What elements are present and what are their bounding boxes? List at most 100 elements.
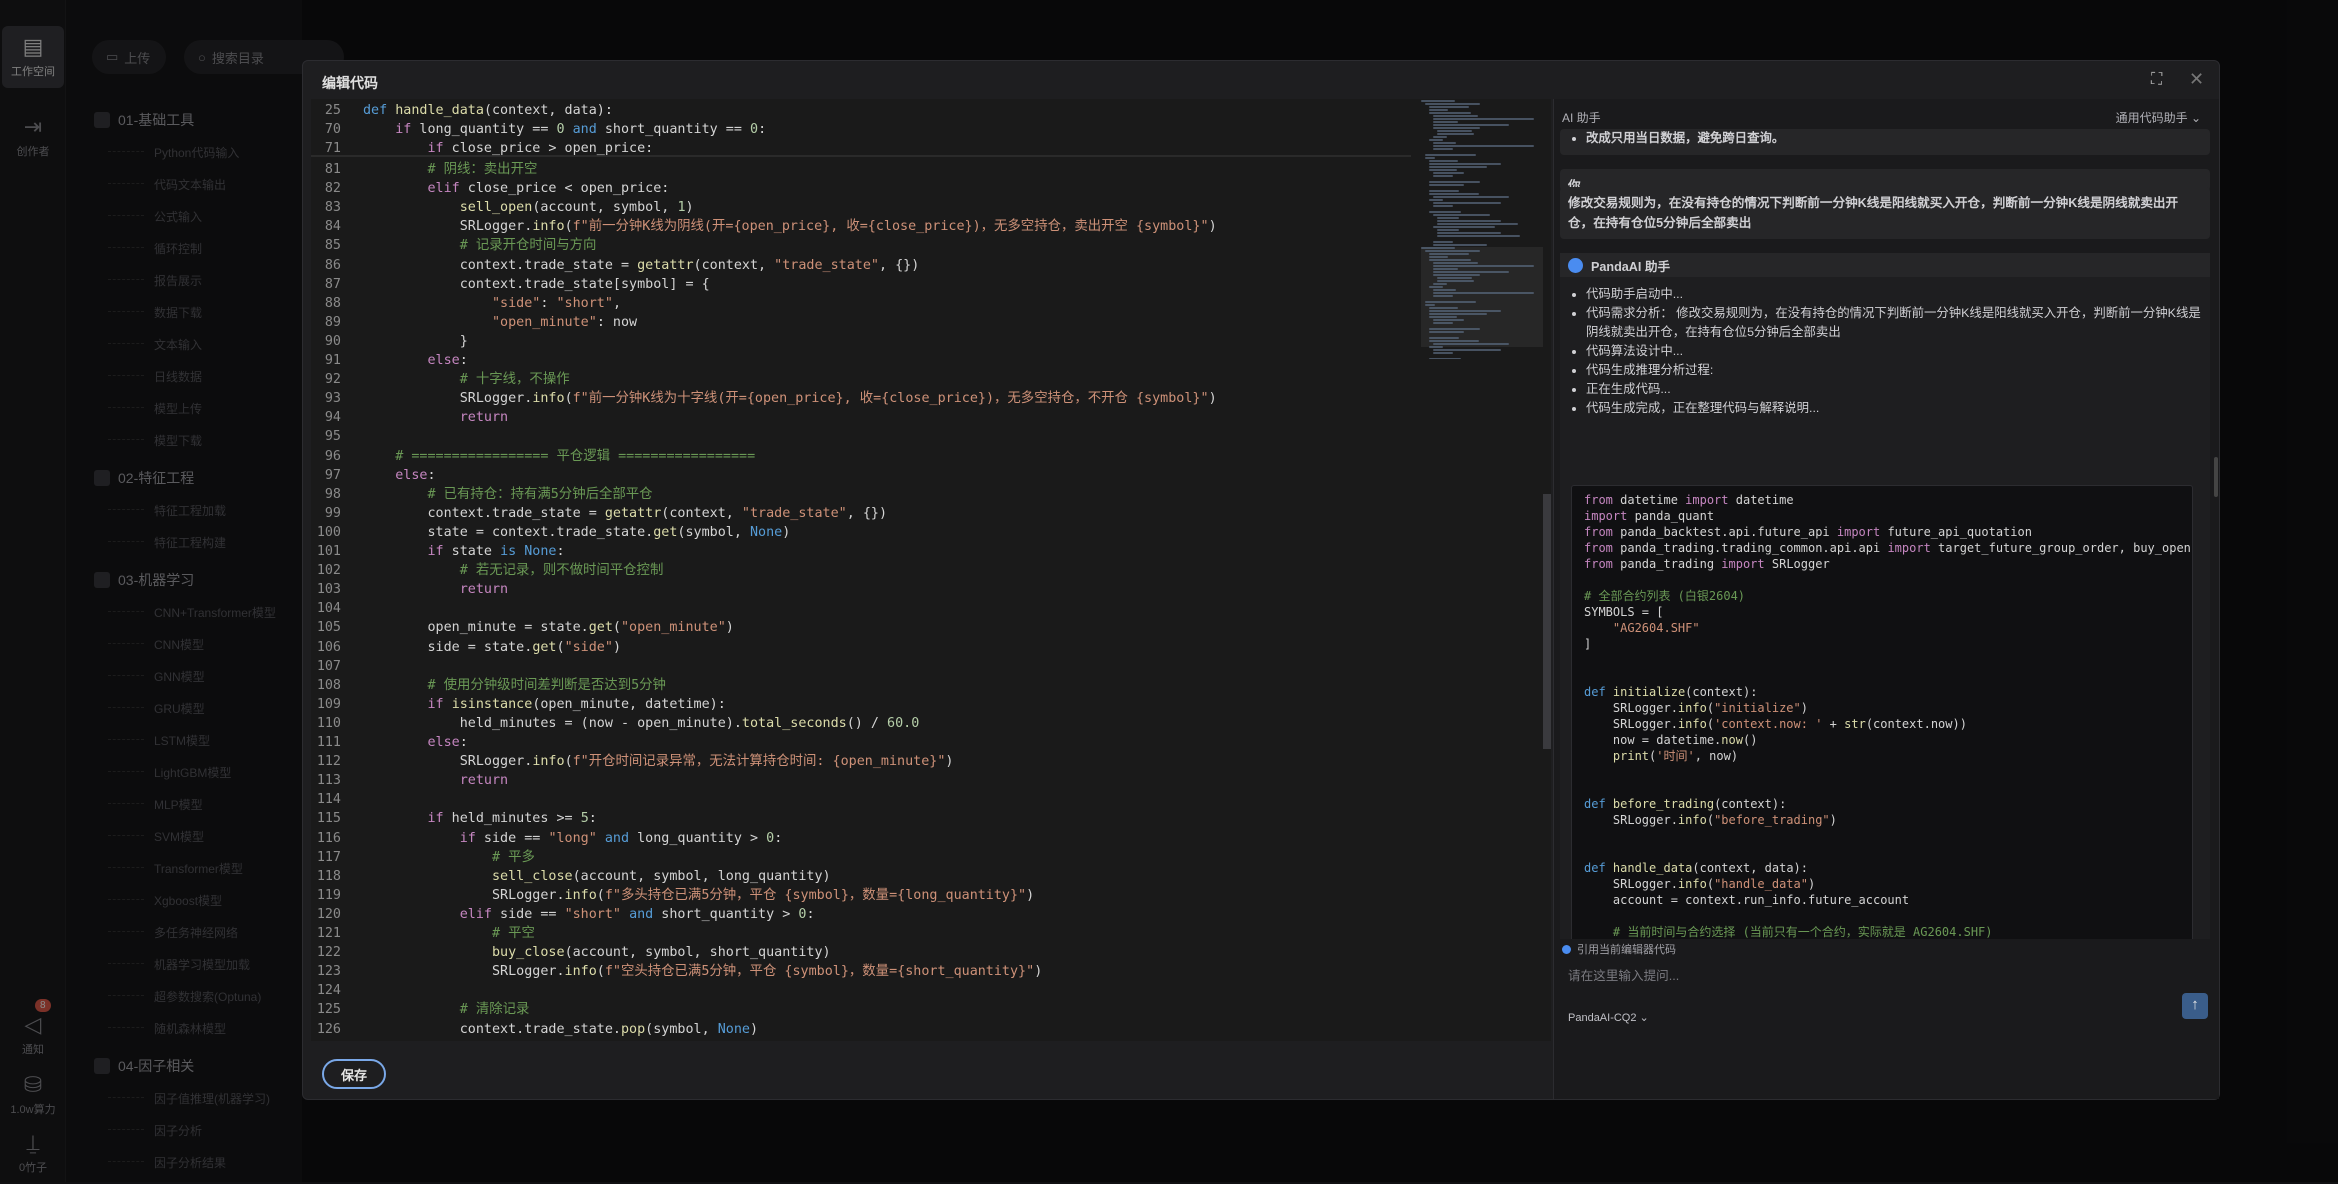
minimap-line xyxy=(1437,217,1459,219)
modal-title: 编辑代码 xyxy=(322,75,378,91)
code-line[interactable]: 82 elif close_price < open_price: xyxy=(311,179,669,198)
ai-code-line xyxy=(1572,572,2192,588)
code-line[interactable]: 108 # 使用分钟级时间差判断是否达到5分钟 xyxy=(311,676,666,695)
line-number: 92 xyxy=(324,372,341,388)
line-number: 113 xyxy=(316,773,341,789)
code-line[interactable]: 113 return xyxy=(311,771,508,790)
code-line[interactable]: 111 else: xyxy=(311,733,468,752)
code-line[interactable]: 123 SRLogger.info(f"空头持仓已满5分钟，平仓 {symbol… xyxy=(311,962,1042,981)
code-text: if state is None: xyxy=(427,544,565,559)
code-line[interactable]: 90 } xyxy=(311,332,468,351)
code-line[interactable]: 122 buy_close(account, symbol, short_qua… xyxy=(311,943,831,962)
panda-avatar-icon xyxy=(1568,257,1583,273)
send-button[interactable]: ↑ xyxy=(2182,993,2208,1019)
minimap-line xyxy=(1429,340,1479,342)
code-line[interactable]: 103 return xyxy=(311,580,508,599)
code-line[interactable]: 94 return xyxy=(311,408,508,427)
fullscreen-icon[interactable]: ⛶ xyxy=(2151,71,2162,89)
code-line[interactable]: 125 # 清除记录 xyxy=(311,1000,530,1019)
minimap-line xyxy=(1433,322,1453,324)
code-line[interactable]: 97 else: xyxy=(311,466,436,485)
code-line[interactable]: 92 # 十字线，不操作 xyxy=(311,370,570,389)
code-line[interactable]: 88 "side": "short", xyxy=(311,294,621,313)
line-number: 82 xyxy=(324,181,341,197)
code-line[interactable]: 120 elif side == "short" and short_quant… xyxy=(311,905,815,924)
code-line[interactable]: 117 # 平多 xyxy=(311,848,535,867)
ai-code-line: SRLogger.info("before_trading") xyxy=(1584,813,1837,827)
code-text: SRLogger.info(f"前一分钟K线为十字线(开={open_price… xyxy=(363,391,1217,407)
question-input[interactable]: 请在这里输入提问... xyxy=(1568,965,1679,984)
code-line[interactable]: 83 sell_open(account, symbol, 1) xyxy=(311,198,694,217)
code-line[interactable]: 119 SRLogger.info(f"多头持仓已满5分钟，平仓 {symbol… xyxy=(311,886,1034,905)
line-number: 101 xyxy=(316,544,341,559)
code-editor[interactable]: 25 def handle_data(context, data): 70 if l… xyxy=(311,99,1551,1041)
code-line[interactable]: 110 held_minutes = (now - open_minute).t… xyxy=(311,714,919,733)
ai-code-line: from datetime import datetime xyxy=(1584,493,1794,507)
code-text: context.trade_state = getattr(context, "… xyxy=(363,257,920,273)
minimap-line xyxy=(1433,202,1502,204)
code-text: # 已有持仓：持有满5分钟后全部平仓 xyxy=(427,486,653,502)
code-text: } xyxy=(363,333,468,349)
save-button[interactable]: 保存 xyxy=(322,1059,386,1089)
code-line[interactable]: 105 open_minute = state.get("open_minute… xyxy=(311,618,734,637)
line-number: 94 xyxy=(324,410,341,426)
code-line[interactable]: 104 xyxy=(311,599,341,618)
code-text: else: xyxy=(427,735,468,750)
code-line[interactable]: 95 xyxy=(311,427,341,446)
minimap-line xyxy=(1429,199,1444,201)
code-line[interactable]: 101 if state is None: xyxy=(311,542,565,561)
minimap-line xyxy=(1433,118,1535,120)
code-line[interactable]: 115 if held_minutes >= 5: xyxy=(311,809,597,828)
code-line[interactable]: 71 if close_price > open_price: xyxy=(311,139,653,158)
code-line[interactable]: 106 side = state.get("side") xyxy=(311,638,621,657)
code-line[interactable]: 100 state = context.trade_state.get(symb… xyxy=(311,523,790,542)
minimap-line xyxy=(1437,229,1459,231)
code-line[interactable]: 124 xyxy=(311,981,341,1000)
chat-scrollbar[interactable] xyxy=(2214,457,2218,497)
code-line[interactable]: 87 context.trade_state[symbol] = { xyxy=(311,275,710,294)
line-number: 102 xyxy=(316,563,341,579)
code-line[interactable]: 116 if side == "long" and long_quantity … xyxy=(311,829,782,848)
minimap-line xyxy=(1429,253,1469,255)
code-line[interactable]: 112 SRLogger.info(f"开仓时间记录异常，无法计算持仓时间: {… xyxy=(311,752,954,771)
ai-code-line xyxy=(1572,668,2192,684)
minimap-line xyxy=(1429,163,1501,165)
reference-editor-toggle[interactable]: 引用当前编辑器代码 xyxy=(1562,941,1676,957)
code-text: return xyxy=(459,582,509,598)
code-line[interactable]: 89 "open_minute": now xyxy=(311,313,637,332)
close-icon[interactable]: ✕ xyxy=(2189,69,2204,90)
code-line[interactable]: 91 else: xyxy=(311,351,468,370)
code-line[interactable]: 107 xyxy=(311,657,341,676)
code-line[interactable]: 25 def handle_data(context, data): xyxy=(311,101,613,120)
code-line[interactable]: 85 # 记录开仓时间与方向 xyxy=(311,236,597,255)
code-line[interactable]: 93 SRLogger.info(f"前一分钟K线为十字线(开={open_pr… xyxy=(311,389,1217,408)
code-line[interactable]: 114 xyxy=(311,790,341,809)
code-line[interactable]: 118 sell_close(account, symbol, long_qua… xyxy=(311,867,831,886)
minimap-line xyxy=(1429,169,1457,171)
code-text: SRLogger.info(f"开仓时间记录异常，无法计算持仓时间: {open… xyxy=(363,754,954,770)
chevron-down-icon: ⌄ xyxy=(2190,111,2201,125)
code-line[interactable]: 102 # 若无记录，则不做时间平仓控制 xyxy=(311,561,664,580)
ai-panel-title: AI 助手 xyxy=(1562,111,1601,125)
code-line[interactable]: 70 if long_quantity == 0 and short_quant… xyxy=(311,120,766,139)
line-number: 111 xyxy=(316,735,341,750)
chat-history[interactable]: 改成只用当日数据，避免跨日查询。 你 修改交易规则为，在没有持仓的情况下判断前一… xyxy=(1554,129,2220,939)
assistant-mode-select[interactable]: 通用代码助手 ⌄ xyxy=(2116,109,2201,126)
editor-scrollbar[interactable] xyxy=(1543,494,1551,749)
code-line[interactable]: 84 SRLogger.info(f"前一分钟K线为阴线(开={open_pri… xyxy=(311,217,1217,236)
model-select[interactable]: PandaAI-CQ2 ⌄ xyxy=(1568,1011,1649,1024)
code-line[interactable]: 86 context.trade_state = getattr(context… xyxy=(311,256,919,275)
code-line[interactable]: 109 if isinstance(open_minute, datetime)… xyxy=(311,695,726,714)
code-line[interactable]: 126 context.trade_state.pop(symbol, None… xyxy=(311,1020,758,1039)
code-text: SRLogger.info(f"多头持仓已满5分钟，平仓 {symbol}，数量… xyxy=(363,887,1035,903)
minimap-line xyxy=(1433,262,1479,264)
ai-code-block[interactable]: from datetime import datetime import pand… xyxy=(1571,485,2193,939)
code-text: context.trade_state = getattr(context, "… xyxy=(363,505,888,521)
code-line[interactable]: 81 # 阴线：卖出开空 xyxy=(311,160,537,179)
code-line[interactable]: 99 context.trade_state = getattr(context… xyxy=(311,504,887,523)
code-line[interactable]: 121 # 平空 xyxy=(311,924,535,943)
minimap[interactable] xyxy=(1421,99,1543,359)
code-line[interactable]: 96 # ================= 平仓逻辑 ============… xyxy=(311,447,755,466)
code-line[interactable]: 98 # 已有持仓：持有满5分钟后全部平仓 xyxy=(311,485,653,504)
line-number: 85 xyxy=(324,238,341,254)
